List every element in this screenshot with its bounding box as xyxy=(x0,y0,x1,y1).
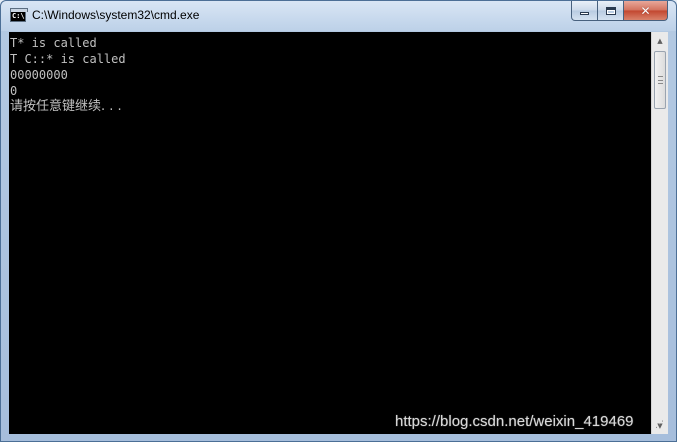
watermark-text: https://blog.csdn.net/weixin_419469 xyxy=(395,413,634,430)
cmd-window: C:\ C:\Windows\system32\cmd.exe ✕ T* is … xyxy=(0,0,677,442)
console-line: T C::* is called xyxy=(10,52,126,66)
caption-buttons: ✕ xyxy=(571,1,668,21)
maximize-icon xyxy=(605,6,616,15)
window-title: C:\Windows\system32\cmd.exe xyxy=(32,8,200,22)
console-line: T* is called xyxy=(10,36,97,50)
console-line: 0 xyxy=(10,84,18,98)
console-output[interactable]: T* is called T C::* is called 00000000 0… xyxy=(9,32,651,434)
close-icon: ✕ xyxy=(640,3,651,18)
cmd-icon[interactable]: C:\ xyxy=(10,8,28,22)
close-button[interactable]: ✕ xyxy=(624,1,668,21)
scroll-up-button[interactable]: ▲ xyxy=(652,32,668,49)
maximize-button[interactable] xyxy=(598,1,624,21)
console-line: 00000000 xyxy=(10,68,68,82)
minimize-icon xyxy=(580,12,589,15)
console-line-press-any-key: 请按任意键继续. . . xyxy=(10,99,122,114)
arrow-up-icon: ▲ xyxy=(657,36,663,45)
scroll-thumb[interactable] xyxy=(654,51,666,109)
minimize-button[interactable] xyxy=(571,1,598,21)
vertical-scrollbar[interactable]: ▲ ▼ xyxy=(651,32,668,434)
grip-icon xyxy=(658,76,663,84)
resize-grip-icon[interactable]: ⋰ xyxy=(652,417,667,433)
